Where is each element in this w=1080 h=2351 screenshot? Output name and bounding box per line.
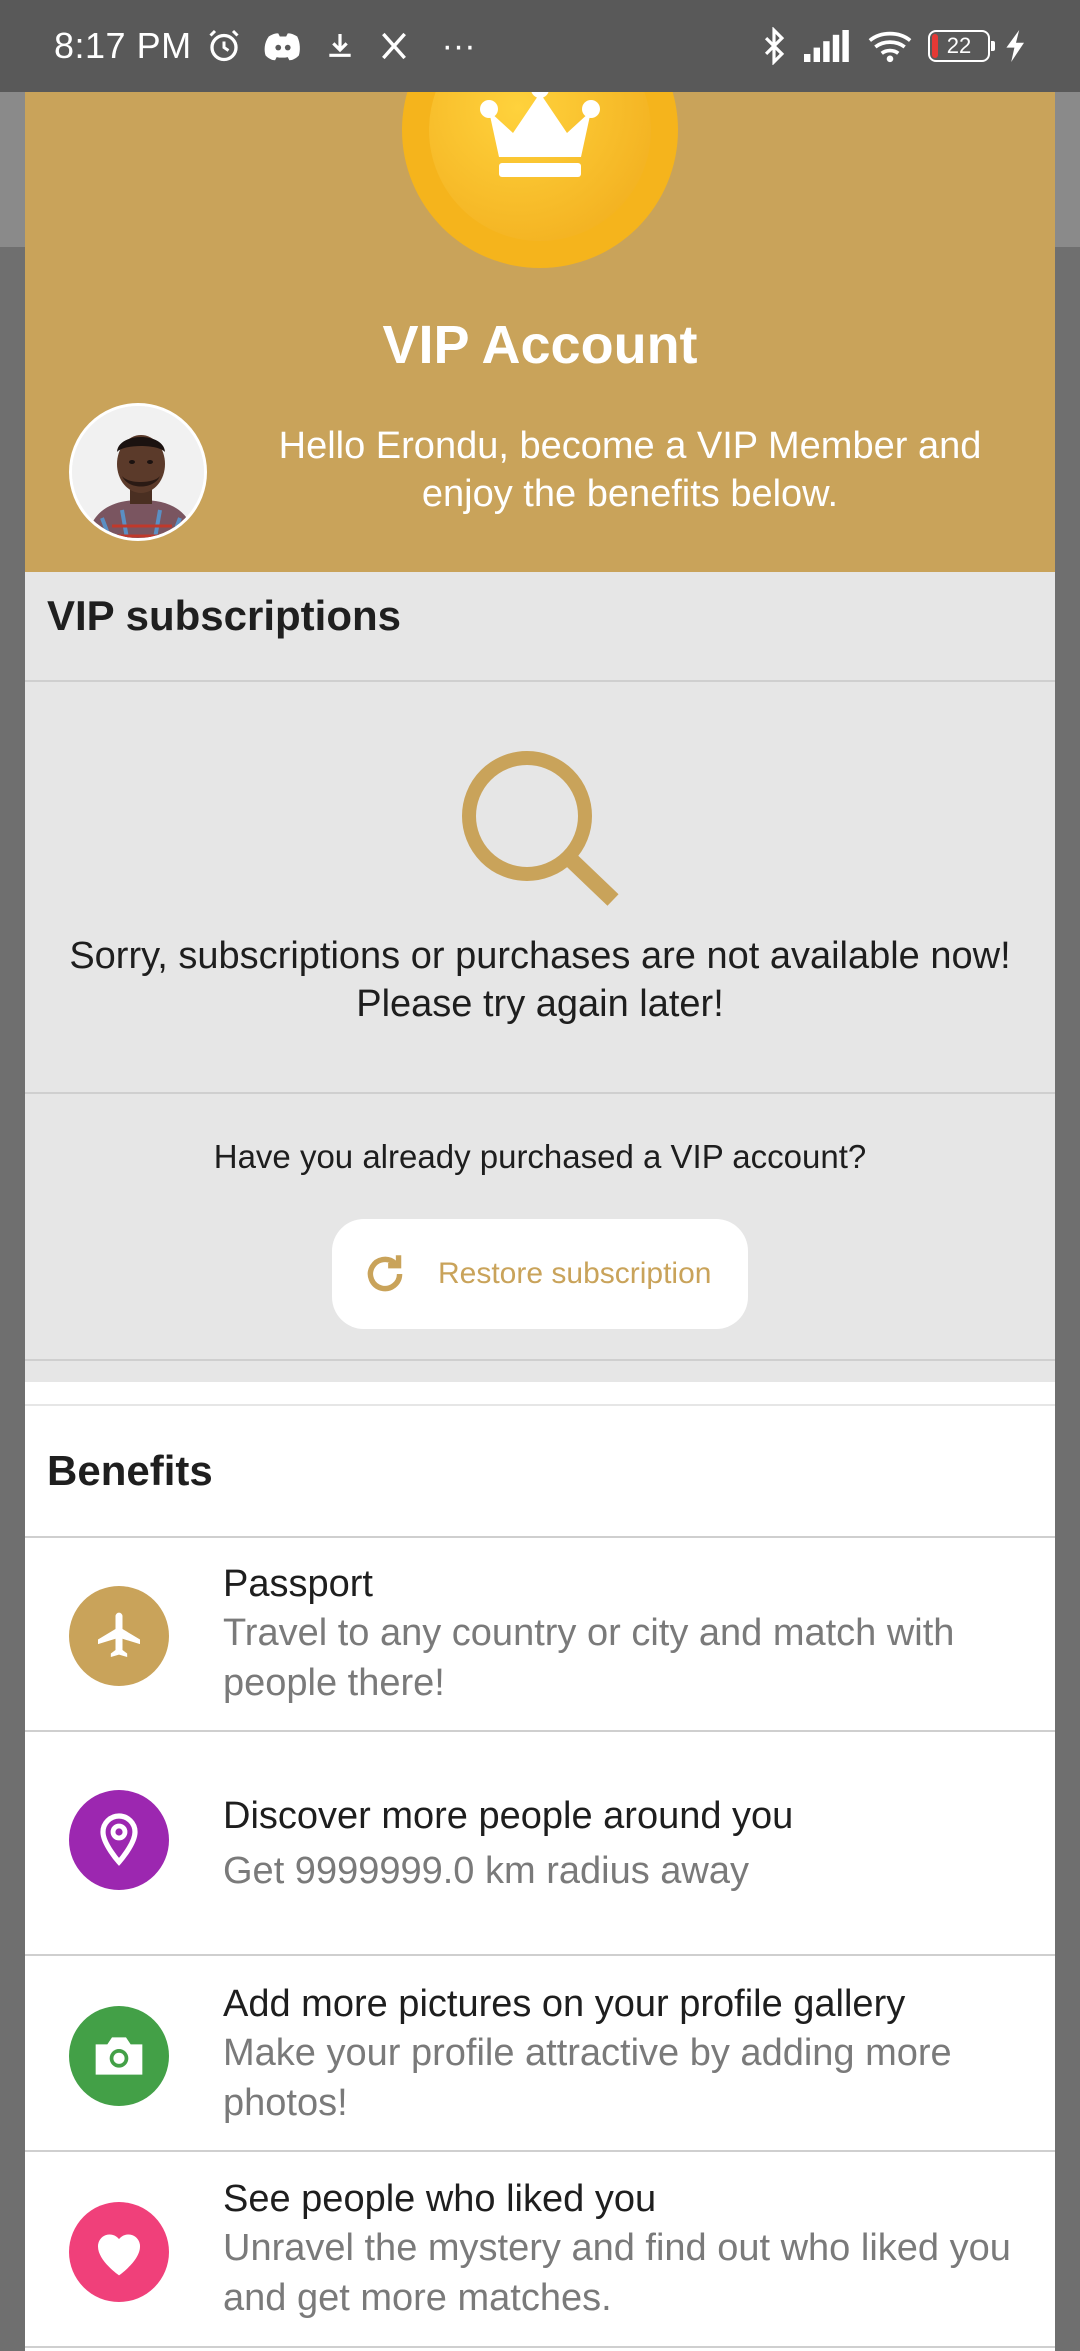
benefit-title: Discover more people around you xyxy=(223,1795,794,1837)
download-icon xyxy=(324,30,356,62)
divider xyxy=(25,2346,1055,2348)
benefit-discover: Discover more people around you Get 9999… xyxy=(223,1792,1043,1896)
benefit-likes: See people who liked you Unravel the mys… xyxy=(223,2175,1043,2323)
crown-icon xyxy=(480,92,600,177)
benefit-description: Get 9999999.0 km radius away xyxy=(223,1850,749,1892)
signal-icon xyxy=(804,30,852,62)
status-time: 8:17 PM xyxy=(54,25,192,66)
user-photo xyxy=(72,406,204,538)
bluetooth-icon xyxy=(760,27,788,65)
benefit-title: Passport xyxy=(223,1563,373,1605)
divider xyxy=(25,1536,1055,1538)
unavailable-line-1: Sorry, subscriptions or purchases are no… xyxy=(69,935,1011,977)
search-illustration xyxy=(25,744,1055,912)
x-icon xyxy=(378,30,410,62)
more-notifications-icon: ··· xyxy=(441,26,476,65)
benefits-title: Benefits xyxy=(47,1447,213,1494)
benefit-description: Unravel the mystery and find out who lik… xyxy=(223,2227,1011,2319)
restore-subscription-button[interactable]: Restore subscription xyxy=(332,1219,748,1329)
benefit-description: Travel to any country or city and match … xyxy=(223,1612,955,1704)
benefit-title: Add more pictures on your profile galler… xyxy=(223,1983,906,2025)
divider xyxy=(25,1730,1055,1732)
page-title: VIP Account xyxy=(382,315,698,375)
divider xyxy=(25,1092,1055,1094)
camera-icon xyxy=(69,2006,169,2106)
vip-header: VIP Account Hello Erondu, become a VIP M… xyxy=(25,92,1055,572)
unavailable-message: Sorry, subscriptions or purchases are no… xyxy=(45,932,1035,1028)
location-pin-icon xyxy=(69,1790,169,1890)
divider xyxy=(25,2150,1055,2152)
benefit-title: See people who liked you xyxy=(223,2178,657,2220)
benefit-description: Make your profile attractive by adding m… xyxy=(223,2032,952,2124)
charging-icon xyxy=(1006,30,1026,62)
benefit-passport: Passport Travel to any country or city a… xyxy=(223,1560,1043,1708)
heart-icon xyxy=(69,2202,169,2302)
already-purchased-text: Have you already purchased a VIP account… xyxy=(213,1138,867,1175)
divider xyxy=(25,1954,1055,1956)
divider xyxy=(25,1359,1055,1361)
subscriptions-title: VIP subscriptions xyxy=(47,592,401,639)
airplane-icon xyxy=(69,1586,169,1686)
restore-subscription-label: Restore subscription xyxy=(438,1257,712,1290)
divider xyxy=(25,680,1055,682)
avatar[interactable] xyxy=(69,403,207,541)
greeting-text: Hello Erondu, become a VIP Member and en… xyxy=(278,425,982,515)
benefit-gallery: Add more pictures on your profile galler… xyxy=(223,1980,1043,2128)
status-bar: 8:17 PM ··· 22 xyxy=(0,0,1080,92)
crown-coin-icon xyxy=(402,92,678,268)
wifi-icon xyxy=(868,29,912,63)
alarm-icon xyxy=(206,28,242,64)
discord-icon xyxy=(264,29,302,63)
divider xyxy=(25,1404,1055,1406)
battery-icon: 22 xyxy=(928,30,995,62)
search-icon xyxy=(462,751,619,906)
unavailable-line-2: Please try again later! xyxy=(356,983,724,1025)
vip-sheet: VIP Account Hello Erondu, become a VIP M… xyxy=(25,92,1055,2351)
refresh-icon xyxy=(367,1255,403,1292)
